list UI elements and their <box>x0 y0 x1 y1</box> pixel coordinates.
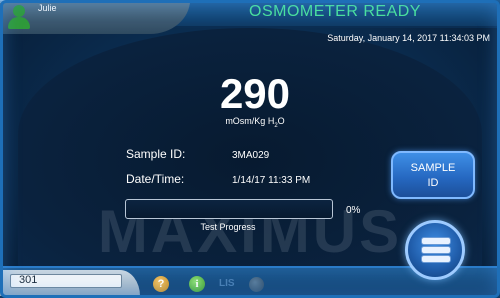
units-text: mOsm/Kg H <box>225 116 275 126</box>
user-icon <box>6 4 32 30</box>
datetime-value: 1/14/17 11:33 PM <box>232 175 311 186</box>
progress-percent: 0% <box>346 205 361 216</box>
info-icon[interactable]: i <box>189 276 205 292</box>
status-title: OSMOMETER READY <box>249 3 421 20</box>
menu-button[interactable] <box>405 220 465 280</box>
result-units: mOsm/Kg H2O <box>200 116 310 129</box>
osmometer-screen: MAXIMUS Julie OSMOMETER READY Saturday, … <box>0 0 500 298</box>
lis-status-icon[interactable] <box>249 277 264 292</box>
user-tab[interactable]: Julie <box>0 0 190 34</box>
datetime-label: Date/Time: <box>126 172 185 186</box>
menu-icon-bar <box>421 255 451 263</box>
test-progress-bar <box>125 199 333 219</box>
units-suffix: O <box>277 116 285 126</box>
counter-value: 301 <box>19 274 38 286</box>
progress-label: Test Progress <box>200 222 256 232</box>
sample-id-value: 3MA029 <box>232 150 270 161</box>
user-name: Julie <box>38 3 57 13</box>
current-datetime: Saturday, January 14, 2017 11:34:03 PM <box>327 33 490 43</box>
sample-id-button-line2: ID <box>427 177 439 189</box>
sample-id-button[interactable]: SAMPLE ID <box>391 151 475 199</box>
help-icon[interactable]: ? <box>153 276 169 292</box>
menu-icon-bar <box>421 246 451 254</box>
result-value: 290 <box>219 70 291 117</box>
sample-id-button-line1: SAMPLE <box>410 162 456 174</box>
sample-id-label: Sample ID: <box>126 147 186 161</box>
menu-icon <box>421 237 451 245</box>
lis-label: LIS <box>219 278 235 289</box>
